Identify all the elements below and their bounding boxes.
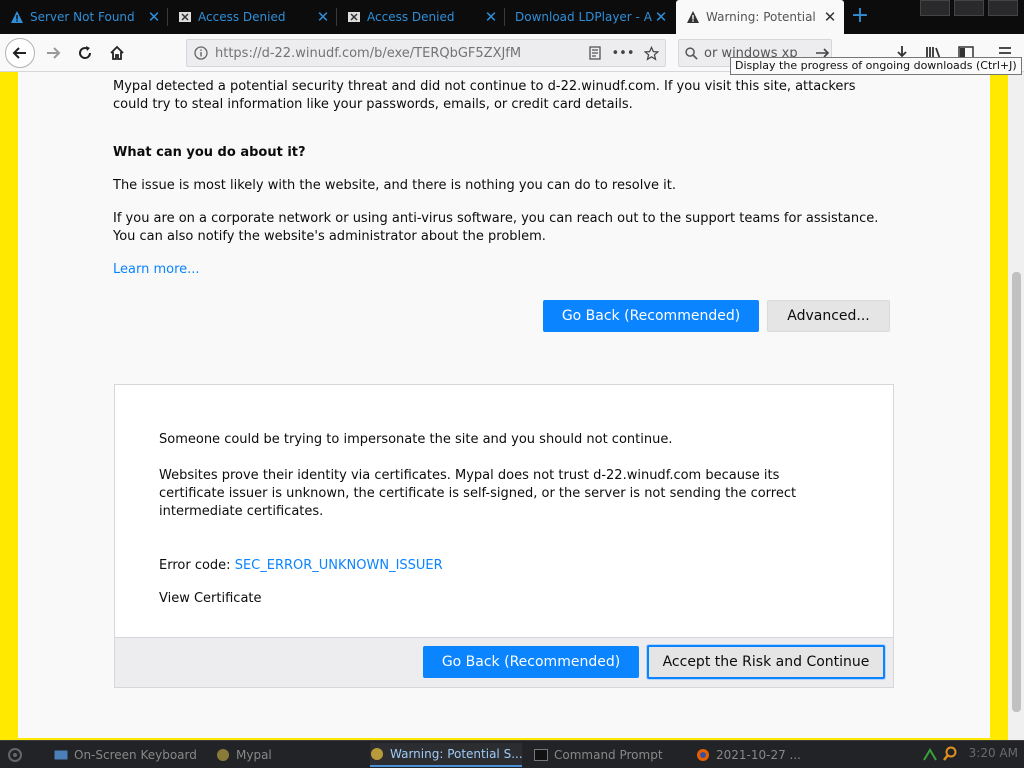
close-icon[interactable]: ✕: [653, 9, 669, 25]
tab-label: Access Denied: [367, 10, 455, 24]
tab-access-denied-2[interactable]: Access Denied ✕: [337, 0, 505, 34]
minimize-button[interactable]: [920, 0, 950, 16]
taskbar-item-firefox[interactable]: 2021-10-27 ...: [696, 743, 846, 767]
reload-icon: [79, 46, 92, 59]
error-code-link[interactable]: SEC_ERROR_UNKNOWN_ISSUER: [235, 558, 443, 573]
advanced-panel: Someone could be trying to impersonate t…: [114, 384, 894, 688]
back-button[interactable]: [5, 38, 35, 68]
back-arrow-icon: [12, 47, 26, 59]
info-icon[interactable]: [187, 46, 215, 60]
taskbar-label: Command Prompt: [554, 748, 663, 762]
error-code-label: Error code:: [159, 558, 235, 573]
taskbar: On-Screen Keyboard Mypal Warning: Potent…: [0, 740, 1024, 768]
corporate-network-text: If you are on a corporate network or usi…: [113, 211, 879, 244]
taskbar-label: Warning: Potential S...: [390, 747, 522, 761]
certificate-explanation-text: Websites prove their identity via certif…: [159, 468, 797, 519]
page-actions-icon[interactable]: •••: [609, 46, 637, 61]
accept-risk-button[interactable]: Accept the Risk and Continue: [647, 645, 885, 679]
command-prompt-icon: [534, 748, 548, 762]
taskbar-item-warning[interactable]: Warning: Potential S...: [370, 743, 522, 767]
close-icon[interactable]: ✕: [822, 9, 838, 25]
warning-icon: [686, 10, 700, 24]
taskbar-item-keyboard[interactable]: On-Screen Keyboard: [54, 743, 204, 767]
close-window-button[interactable]: [988, 0, 1018, 16]
page-viewport: Mypal detected a potential security thre…: [0, 72, 1024, 740]
scrollbar-thumb[interactable]: [1012, 272, 1021, 712]
view-certificate-link[interactable]: View Certificate: [159, 590, 262, 608]
reader-view-icon[interactable]: [581, 46, 609, 60]
home-icon: [110, 45, 124, 60]
taskbar-label: Mypal: [236, 748, 272, 762]
url-text: https://d-22.winudf.com/b/exe/TERQbGF5ZX…: [215, 45, 522, 61]
page-scrollbar[interactable]: [1008, 72, 1024, 740]
what-can-you-do-heading: What can you do about it?: [113, 145, 306, 160]
taskbar-item-command-prompt[interactable]: Command Prompt: [534, 743, 684, 767]
mypal-icon: [370, 747, 384, 761]
taskbar-label: 2021-10-27 ...: [716, 748, 801, 762]
go-back-button[interactable]: Go Back (Recommended): [543, 300, 759, 332]
tab-bar: Server Not Found ✕ Access Denied ✕ Acces…: [0, 0, 1024, 34]
learn-more-link[interactable]: Learn more...: [113, 261, 200, 279]
network-icon[interactable]: [922, 746, 938, 765]
maximize-button[interactable]: [954, 0, 984, 16]
downloads-tooltip: Display the progress of ongoing download…: [730, 57, 1022, 75]
shield-icon: [347, 10, 361, 24]
tab-label: Warning: Potential: [706, 10, 816, 24]
tab-warning-potential[interactable]: Warning: Potential ✕: [676, 0, 844, 34]
reload-button[interactable]: [70, 38, 100, 68]
close-icon[interactable]: ✕: [146, 9, 162, 25]
taskbar-label: On-Screen Keyboard: [74, 748, 197, 762]
forward-arrow-icon: [47, 47, 61, 59]
close-icon[interactable]: ✕: [315, 9, 331, 25]
tab-server-not-found[interactable]: Server Not Found ✕: [0, 0, 168, 34]
tab-download-ldplayer[interactable]: Download LDPlayer - A ✕: [505, 0, 675, 34]
address-bar[interactable]: https://d-22.winudf.com/b/exe/TERQbGF5ZX…: [186, 39, 666, 67]
advanced-go-back-button[interactable]: Go Back (Recommended): [423, 646, 639, 678]
issue-text: The issue is most likely with the websit…: [113, 178, 676, 193]
close-icon[interactable]: ✕: [483, 9, 499, 25]
firefox-icon: [696, 748, 710, 762]
impersonate-warning-text: Someone could be trying to impersonate t…: [159, 432, 673, 447]
error-page: Mypal detected a potential security thre…: [18, 72, 990, 738]
warning-icon: [10, 10, 24, 24]
taskbar-item-mypal[interactable]: Mypal: [216, 743, 356, 767]
forward-button[interactable]: [38, 38, 68, 68]
start-button[interactable]: [6, 743, 36, 767]
search-tray-icon[interactable]: [942, 746, 958, 765]
tab-label: Access Denied: [198, 10, 286, 24]
new-tab-button[interactable]: +: [847, 4, 873, 30]
keyboard-icon: [54, 748, 68, 762]
advanced-panel-footer: Go Back (Recommended) Accept the Risk an…: [115, 637, 893, 687]
intro-text: Mypal detected a potential security thre…: [113, 79, 856, 112]
shield-icon: [178, 10, 192, 24]
tab-label: Download LDPlayer - A: [515, 10, 652, 24]
home-button[interactable]: [102, 38, 132, 68]
clock: 3:20 AM: [968, 746, 1018, 760]
tab-access-denied-1[interactable]: Access Denied ✕: [168, 0, 337, 34]
search-icon: [685, 46, 698, 60]
advanced-button[interactable]: Advanced...: [767, 300, 890, 332]
error-code-line: Error code: SEC_ERROR_UNKNOWN_ISSUER: [159, 557, 839, 575]
tab-label: Server Not Found: [30, 10, 135, 24]
bookmark-star-icon[interactable]: [637, 45, 665, 61]
mypal-icon: [216, 748, 230, 762]
start-gear-icon: [8, 748, 22, 762]
